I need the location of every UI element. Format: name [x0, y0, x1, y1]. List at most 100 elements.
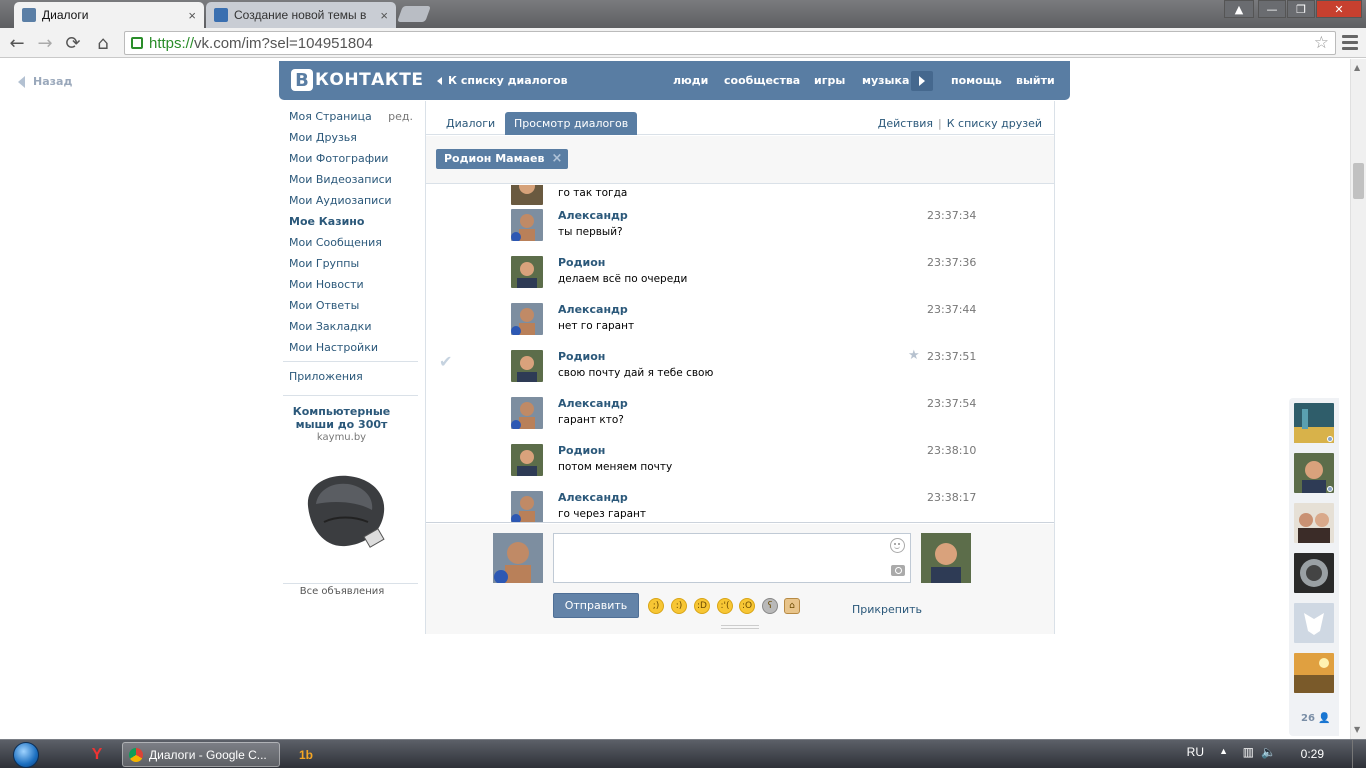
scroll-down-icon[interactable]: ▼	[1354, 725, 1360, 734]
emoji-cry-icon[interactable]: :'(	[717, 598, 733, 614]
friends-list-link[interactable]: К списку друзей	[947, 117, 1042, 130]
emoji-wink-icon[interactable]: ;)	[648, 598, 664, 614]
tab-dialogs[interactable]: Диалоги ×	[14, 2, 204, 28]
avatar-rodion[interactable]	[511, 350, 543, 382]
menu-my-audio[interactable]: Мои Аудиозаписи	[289, 193, 419, 214]
message-author[interactable]: Александр	[558, 397, 628, 410]
all-ads-link[interactable]: Все объявления	[283, 586, 401, 597]
camera-icon[interactable]	[891, 565, 905, 576]
nav-games[interactable]: игры	[814, 74, 845, 87]
scroll-thumb[interactable]	[1353, 163, 1364, 199]
emoji-cake-icon[interactable]: ⌂	[784, 598, 800, 614]
taskbar-chrome-window[interactable]: Диалоги - Google C...	[122, 742, 280, 767]
menu-my-bookmarks[interactable]: Мои Закладки	[289, 319, 419, 340]
emoji-smile-icon[interactable]: :)	[671, 598, 687, 614]
close-tab-icon[interactable]: ×	[380, 8, 388, 23]
remove-peer-icon[interactable]: ×	[552, 149, 563, 169]
volume-icon[interactable]: 🔈	[1261, 745, 1276, 759]
tab-dialogs-list[interactable]: Диалоги	[437, 112, 504, 135]
show-desktop-button[interactable]	[1352, 740, 1366, 768]
friend-avatar-default[interactable]	[1294, 603, 1334, 643]
start-button[interactable]	[6, 740, 46, 768]
reload-icon[interactable]: ⟳	[62, 32, 84, 54]
avatar-alexander[interactable]	[511, 303, 543, 335]
nav-logout[interactable]: выйти	[1016, 74, 1055, 87]
nav-communities[interactable]: сообщества	[724, 74, 800, 87]
back-arrow-icon[interactable]: ←	[6, 32, 28, 54]
minimize-button[interactable]: —	[1258, 0, 1286, 18]
close-window-button[interactable]: ✕	[1316, 0, 1362, 18]
scroll-up-icon[interactable]: ▲	[1354, 63, 1360, 72]
friend-avatar[interactable]	[1294, 503, 1334, 543]
home-icon[interactable]: ⌂	[92, 32, 114, 54]
tray-expand-icon[interactable]: ▲	[1219, 746, 1228, 756]
avatar-alexander[interactable]	[511, 491, 543, 522]
menu-my-photos[interactable]: Мои Фотографии	[289, 151, 419, 172]
friends-count[interactable]: 26 👤	[1301, 713, 1331, 724]
checkmark-icon[interactable]: ✔	[439, 352, 452, 371]
to-dialogs-link[interactable]: К списку диалогов	[437, 74, 568, 87]
network-icon[interactable]: ▥	[1243, 745, 1254, 759]
yandex-icon[interactable]: Y	[84, 742, 110, 767]
message-row[interactable]: Родион делаем всё по очереди 23:37:36	[426, 256, 1054, 303]
nav-people[interactable]: люди	[673, 74, 708, 87]
menu-my-groups[interactable]: Мои Группы	[289, 256, 419, 277]
avatar-rodion[interactable]	[511, 185, 543, 205]
menu-my-settings[interactable]: Мои Настройки	[289, 340, 419, 361]
menu-my-answers[interactable]: Мои Ответы	[289, 298, 419, 319]
avatar-alexander[interactable]	[511, 209, 543, 241]
tab-view-dialogs[interactable]: Просмотр диалогов	[505, 112, 638, 135]
message-row[interactable]: Александр гарант кто? 23:37:54	[426, 397, 1054, 444]
my-avatar[interactable]	[493, 533, 543, 583]
ad-title[interactable]: Компьютерные мыши до 300т	[289, 405, 394, 431]
message-input[interactable]	[553, 533, 911, 583]
address-bar[interactable]: https:// vk.com/im?sel=104951804 ☆	[124, 31, 1336, 55]
forward-arrow-icon[interactable]: →	[34, 32, 56, 54]
friend-avatar[interactable]	[1294, 653, 1334, 693]
menu-my-page[interactable]: Моя Страница ред.	[289, 109, 419, 130]
emoji-laugh-icon[interactable]: :D	[694, 598, 710, 614]
page-scrollbar[interactable]: ▲ ▼	[1350, 59, 1366, 739]
close-tab-icon[interactable]: ×	[188, 8, 196, 23]
smiley-icon[interactable]	[890, 538, 905, 553]
message-row[interactable]: Родион потом меняем почту 23:38:10	[426, 444, 1054, 491]
menu-my-messages[interactable]: Мои Сообщения	[289, 235, 419, 256]
send-button[interactable]: Отправить	[553, 593, 639, 618]
friend-avatar[interactable]	[1294, 453, 1334, 493]
menu-my-casino[interactable]: Мое Казино	[289, 214, 419, 235]
friend-avatar[interactable]	[1294, 553, 1334, 593]
message-row[interactable]: Александр го через гарант 23:38:17	[426, 491, 1054, 522]
menu-my-news[interactable]: Мои Новости	[289, 277, 419, 298]
menu-my-friends[interactable]: Мои Друзья	[289, 130, 419, 151]
message-author[interactable]: Родион	[558, 256, 605, 269]
message-author[interactable]: Александр	[558, 491, 628, 504]
bookmark-star-icon[interactable]: ☆	[1314, 33, 1329, 53]
menu-my-videos[interactable]: Мои Видеозаписи	[289, 172, 419, 193]
actions-link[interactable]: Действия	[878, 117, 933, 130]
message-history[interactable]: го так тогда Александр ты первый? 23:37:34…	[426, 185, 1054, 523]
maximize-button[interactable]: ❐	[1287, 0, 1315, 18]
peer-chip[interactable]: Родион Мамаев ×	[436, 149, 569, 169]
message-row[interactable]: Александр ты первый? 23:37:34	[426, 209, 1054, 256]
tab-create-topic[interactable]: Создание новой темы в ×	[206, 2, 396, 28]
friend-avatar[interactable]	[1294, 403, 1334, 443]
music-play-button[interactable]	[911, 71, 933, 91]
edit-link[interactable]: ред.	[388, 109, 413, 125]
computer-mouse-ad-image[interactable]	[296, 466, 388, 558]
emoji-bear-icon[interactable]: ʕ	[762, 598, 778, 614]
peer-avatar[interactable]	[921, 533, 971, 583]
message-author[interactable]: Александр	[558, 303, 628, 316]
vk-logo[interactable]: В КОНТАКТЕ	[291, 69, 423, 91]
nav-music[interactable]: музыка	[862, 74, 909, 87]
message-author[interactable]: Родион	[558, 444, 605, 457]
clock[interactable]: 0:29	[1301, 747, 1324, 761]
language-indicator[interactable]: RU	[1187, 745, 1204, 759]
app-pinned-icon[interactable]: 1b	[294, 742, 318, 767]
star-icon[interactable]: ★	[908, 348, 920, 363]
user-icon[interactable]: ▲	[1224, 0, 1254, 18]
new-tab-button[interactable]	[397, 6, 431, 22]
avatar-alexander[interactable]	[511, 397, 543, 429]
chrome-menu-icon[interactable]	[1342, 35, 1358, 53]
message-row[interactable]: Родион свою почту дай я тебе свою 23:37:51…	[426, 348, 1054, 397]
message-row[interactable]: Александр нет го гарант 23:37:44	[426, 303, 1054, 350]
